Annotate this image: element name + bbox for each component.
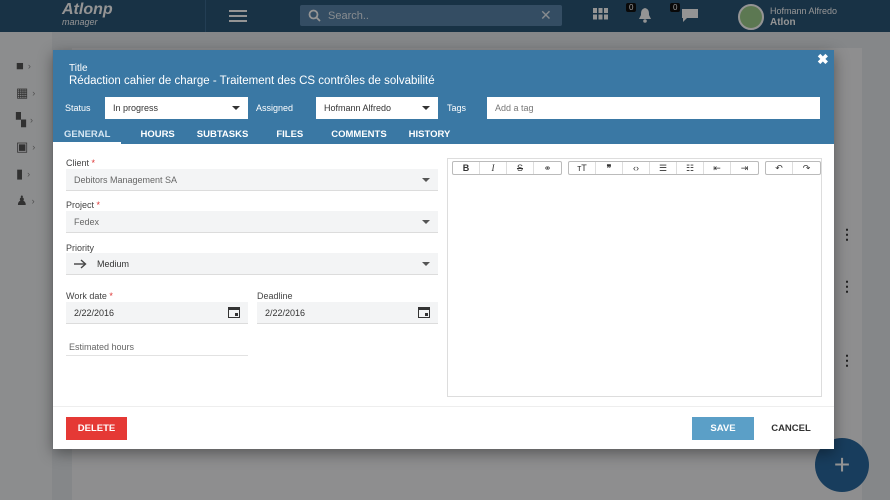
chevron-down-icon bbox=[422, 219, 430, 224]
priority-select[interactable]: Medium bbox=[66, 253, 438, 275]
save-button[interactable]: SAVE bbox=[692, 417, 754, 440]
dialog-header: Title Rédaction cahier de charge - Trait… bbox=[53, 50, 834, 144]
deadline-label: Deadline bbox=[257, 291, 293, 301]
row-menu-icon[interactable]: ⋮ bbox=[840, 227, 854, 241]
project-value: Fedex bbox=[74, 216, 100, 227]
italic-icon[interactable]: I bbox=[480, 162, 507, 174]
redo-icon[interactable]: ↷ bbox=[793, 162, 820, 174]
status-value: In progress bbox=[113, 103, 159, 113]
workdate-field[interactable]: 2/22/2016 bbox=[66, 302, 248, 324]
description-editor[interactable]: B I S ⚭ ᴛT ❞ ‹› ☰ ☷ ⇤ ⇥ ↶ ↷ bbox=[447, 158, 822, 397]
tags-input[interactable]: Add a tag bbox=[487, 97, 820, 119]
tab-general[interactable]: GENERAL bbox=[53, 125, 122, 144]
deadline-value: 2/22/2016 bbox=[265, 307, 306, 318]
priority-label: Priority bbox=[66, 243, 95, 253]
workdate-label: Work date * bbox=[66, 291, 113, 301]
status-select[interactable]: In progress bbox=[105, 97, 248, 119]
task-dialog: Title Rédaction cahier de charge - Trait… bbox=[53, 50, 834, 449]
editor-toolbar: B I S ⚭ ᴛT ❞ ‹› ☰ ☷ ⇤ ⇥ ↶ ↷ bbox=[448, 159, 821, 177]
status-label: Status bbox=[65, 103, 91, 113]
tab-hours[interactable]: HOURS bbox=[129, 125, 185, 144]
client-select[interactable]: Debitors Management SA bbox=[66, 169, 438, 191]
quote-icon[interactable]: ❞ bbox=[596, 162, 623, 174]
calendar-icon[interactable] bbox=[418, 307, 430, 318]
task-title[interactable]: Rédaction cahier de charge - Traitement … bbox=[69, 75, 435, 87]
meta-row: Status In progress Assigned Hofmann Alfr… bbox=[65, 97, 820, 119]
project-select[interactable]: Fedex bbox=[66, 211, 438, 233]
outdent-icon[interactable]: ⇤ bbox=[704, 162, 731, 174]
client-label: Client * bbox=[66, 158, 96, 168]
calendar-icon[interactable] bbox=[228, 307, 240, 318]
priority-value: Medium bbox=[97, 258, 130, 269]
deadline-field[interactable]: 2/22/2016 bbox=[257, 302, 438, 324]
client-value: Debitors Management SA bbox=[74, 174, 178, 185]
bold-icon[interactable]: B bbox=[453, 162, 480, 174]
title-label: Title bbox=[69, 63, 88, 74]
chevron-down-icon bbox=[232, 106, 240, 110]
code-icon[interactable]: ‹› bbox=[623, 162, 650, 174]
workdate-value: 2/22/2016 bbox=[74, 307, 115, 318]
arrow-right-icon bbox=[74, 258, 87, 269]
bullet-list-icon[interactable]: ☰ bbox=[650, 162, 677, 174]
heading-icon[interactable]: ᴛT bbox=[569, 162, 596, 174]
dialog-tabs: GENERAL HOURS SUBTASKS FILES COMMENTS HI… bbox=[53, 125, 461, 144]
chevron-down-icon bbox=[422, 261, 430, 266]
dialog-footer: DELETE SAVE CANCEL bbox=[53, 406, 834, 449]
cancel-button[interactable]: CANCEL bbox=[763, 417, 819, 440]
assigned-select[interactable]: Hofmann Alfredo bbox=[316, 97, 438, 119]
tab-files[interactable]: FILES bbox=[265, 125, 314, 144]
history-group: ↶ ↷ bbox=[765, 161, 821, 175]
tab-history[interactable]: HISTORY bbox=[398, 125, 462, 144]
project-label: Project * bbox=[66, 200, 101, 210]
undo-icon[interactable]: ↶ bbox=[766, 162, 793, 174]
chevron-down-icon bbox=[422, 106, 430, 110]
tags-label: Tags bbox=[447, 103, 467, 113]
estimated-hours-input[interactable]: Estimated hours bbox=[66, 339, 248, 356]
assigned-label: Assigned bbox=[256, 103, 294, 113]
numbered-list-icon[interactable]: ☷ bbox=[677, 162, 704, 174]
row-menu-icon[interactable]: ⋮ bbox=[840, 353, 854, 367]
chevron-down-icon bbox=[422, 177, 430, 182]
link-icon[interactable]: ⚭ bbox=[534, 162, 561, 174]
tab-comments[interactable]: COMMENTS bbox=[320, 125, 397, 144]
format-group: B I S ⚭ bbox=[452, 161, 562, 175]
close-icon[interactable]: ✖ bbox=[817, 51, 829, 68]
delete-button[interactable]: DELETE bbox=[66, 417, 127, 440]
tab-subtasks[interactable]: SUBTASKS bbox=[186, 125, 260, 144]
assigned-value: Hofmann Alfredo bbox=[324, 103, 392, 113]
indent-icon[interactable]: ⇥ bbox=[731, 162, 758, 174]
strikethrough-icon[interactable]: S bbox=[507, 162, 534, 174]
row-menu-icon[interactable]: ⋮ bbox=[840, 279, 854, 293]
block-group: ᴛT ❞ ‹› ☰ ☷ ⇤ ⇥ bbox=[568, 161, 759, 175]
